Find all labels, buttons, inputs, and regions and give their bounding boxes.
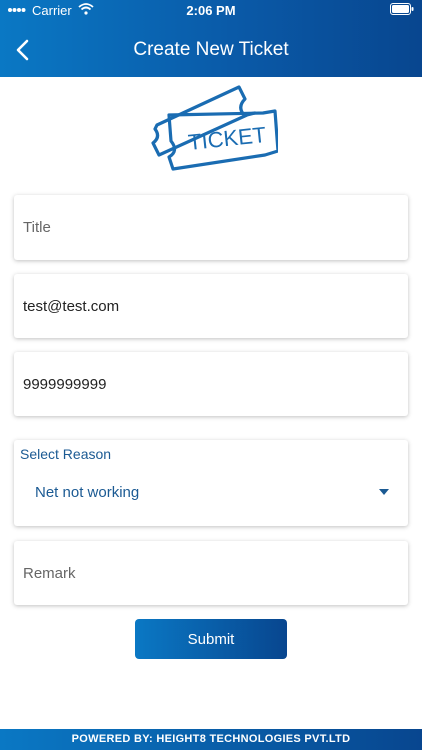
status-time: 2:06 PM <box>186 3 236 18</box>
status-bar: Carrier 2:06 PM <box>0 0 422 22</box>
email-field[interactable] <box>14 274 408 338</box>
title-input[interactable] <box>14 195 408 260</box>
reason-label: Select Reason <box>20 446 112 462</box>
footer: POWERED BY: HEIGHT8 TECHNOLOGIES PVT.LTD <box>0 729 422 750</box>
phone-input[interactable] <box>14 352 408 416</box>
battery-icon <box>390 3 414 18</box>
reason-select[interactable]: Select Reason Net not working <box>14 440 408 526</box>
reason-selected-value[interactable]: Net not working <box>35 484 139 501</box>
remark-input[interactable] <box>14 541 408 605</box>
dropdown-arrow-icon[interactable] <box>379 489 389 495</box>
submit-button[interactable]: Submit <box>135 619 287 659</box>
phone-field[interactable] <box>14 352 408 416</box>
remark-field[interactable] <box>14 541 408 605</box>
ticket-logo-text: TICKET <box>187 122 267 155</box>
title-field[interactable] <box>14 195 408 260</box>
app-header: Carrier 2:06 PM Create New Ticket <box>0 0 422 77</box>
ticket-icon: TICKET <box>151 85 280 171</box>
page-title: Create New Ticket <box>133 39 289 60</box>
ticket-logo: TICKET <box>145 83 280 175</box>
nav-bar: Create New Ticket <box>0 22 422 77</box>
email-input[interactable] <box>14 274 408 338</box>
